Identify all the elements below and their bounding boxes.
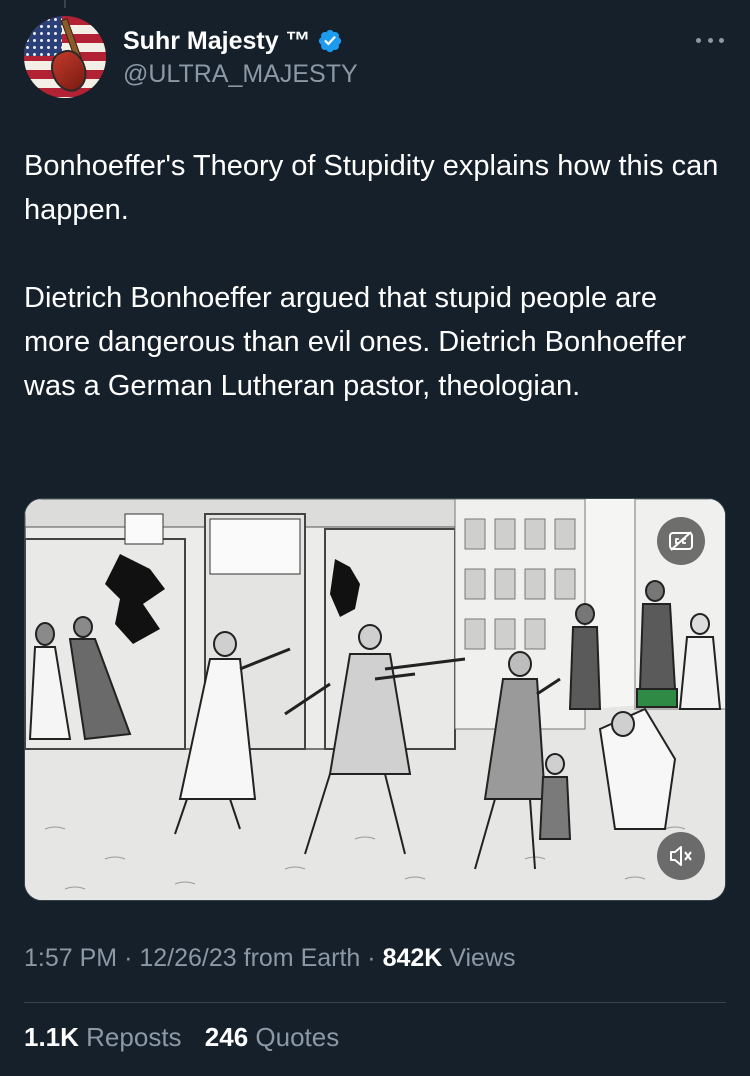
closed-captions-icon xyxy=(669,531,693,551)
author-name-row: Suhr Majesty ™ xyxy=(123,24,343,58)
avatar-flag-stars xyxy=(24,16,62,56)
reposts-count: 1.1K xyxy=(24,1022,79,1052)
mute-button[interactable] xyxy=(657,832,705,880)
speaker-muted-icon xyxy=(670,846,692,866)
more-dot xyxy=(707,37,713,43)
tweet-header: Suhr Majesty ™ @ULTRA_MAJESTY xyxy=(24,16,726,98)
meta-separator: · xyxy=(367,944,376,972)
divider xyxy=(24,1002,726,1003)
quotes-count: 246 xyxy=(204,1022,249,1052)
quotes-label: Quotes xyxy=(255,1022,340,1052)
author-handle[interactable]: @ULTRA_MAJESTY xyxy=(123,60,358,89)
more-options-icon[interactable] xyxy=(694,26,726,54)
tweet-paragraph: Bonhoeffer's Theory of Stupidity explain… xyxy=(24,150,719,226)
quotes-stat[interactable]: 246 Quotes xyxy=(205,1022,339,1052)
tweet-meta: 1:57 PM · 12/26/23 from Earth · 842K Vie… xyxy=(24,944,726,973)
tweet-text: Bonhoeffer's Theory of Stupidity explain… xyxy=(24,144,724,408)
video-thumbnail-illustration xyxy=(25,499,725,900)
tweet-video[interactable] xyxy=(24,498,726,901)
views-count: 842K xyxy=(382,944,443,972)
avatar[interactable] xyxy=(24,16,106,98)
reposts-stat[interactable]: 1.1K Reposts xyxy=(24,1022,189,1052)
views-label: Views xyxy=(449,944,516,972)
author-display-name[interactable]: Suhr Majesty ™ xyxy=(123,27,311,56)
tweet-time[interactable]: 1:57 PM xyxy=(24,944,117,972)
engagement-stats: 1.1K Reposts 246 Quotes xyxy=(24,1022,726,1053)
thread-connector-line xyxy=(64,0,66,8)
captions-button[interactable] xyxy=(657,517,705,565)
more-dot xyxy=(719,37,724,43)
more-dot xyxy=(696,37,701,43)
meta-separator: · xyxy=(124,944,133,972)
tweet-source: from Earth xyxy=(243,944,361,972)
tweet-paragraph: Dietrich Bonhoeffer argued that stupid p… xyxy=(24,282,687,402)
tweet-date[interactable]: 12/26/23 xyxy=(139,944,236,972)
verified-badge-icon[interactable] xyxy=(317,28,343,54)
reposts-label: Reposts xyxy=(86,1022,182,1052)
